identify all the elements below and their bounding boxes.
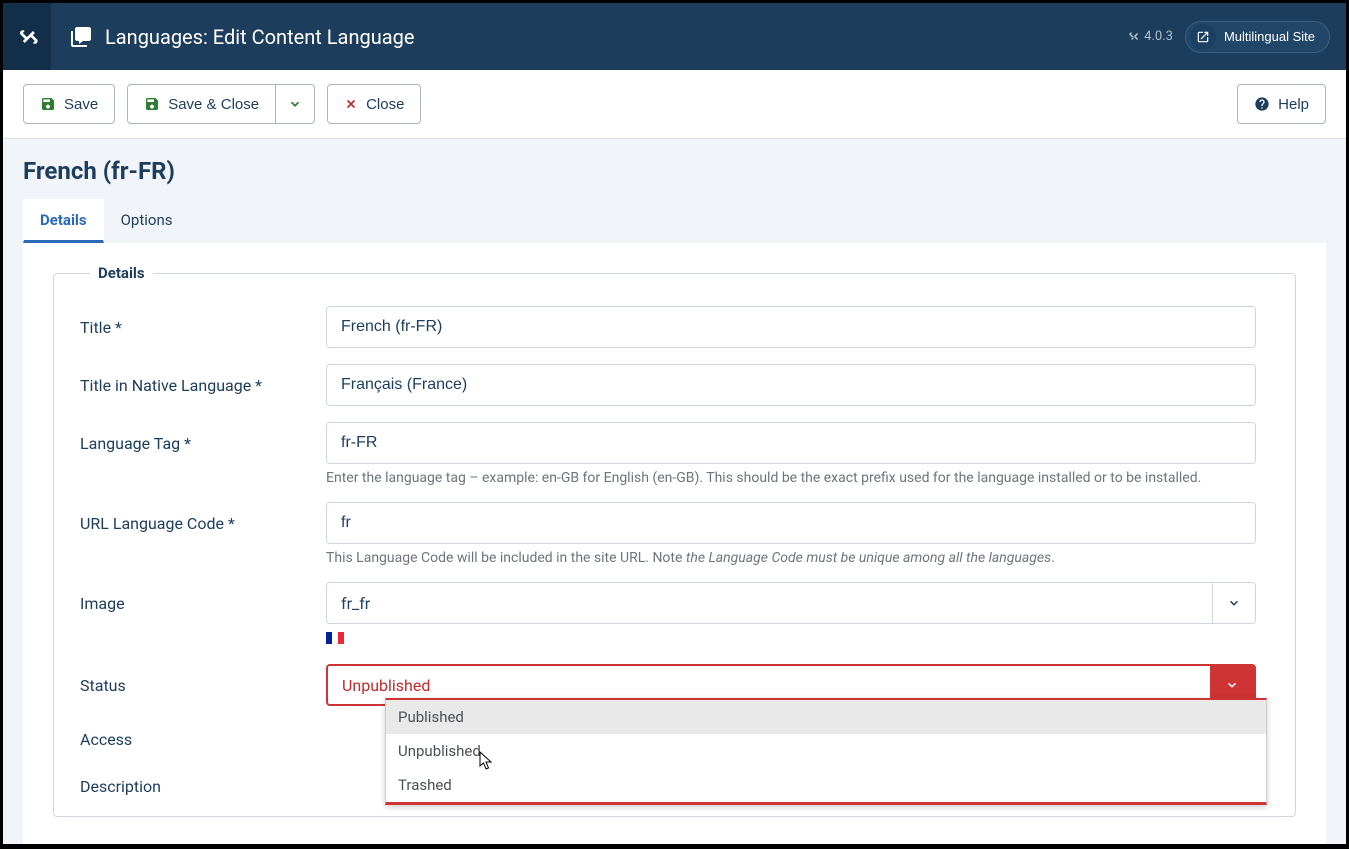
status-option-unpublished[interactable]: Unpublished (386, 734, 1266, 768)
flag-fr-icon (326, 632, 344, 644)
close-icon (344, 97, 358, 111)
joomla-logo[interactable] (3, 3, 51, 70)
joomla-small-icon (1127, 30, 1140, 43)
label-native: Title in Native Language * (80, 364, 326, 406)
row-title: Title * (80, 306, 1269, 348)
status-option-published[interactable]: Published (386, 700, 1266, 734)
content-area: French (fr-FR) Details Options Details T… (3, 139, 1346, 844)
fieldset-legend: Details (90, 264, 153, 282)
close-label: Close (366, 96, 404, 113)
row-native: Title in Native Language * (80, 364, 1269, 406)
page-title: French (fr-FR) (23, 157, 1326, 185)
header-right: 4.0.3 Multilingual Site (1127, 21, 1346, 53)
external-link-icon (1190, 24, 1216, 50)
version-display: 4.0.3 (1127, 29, 1173, 44)
admin-header: Languages: Edit Content Language 4.0.3 M… (3, 3, 1346, 70)
close-button[interactable]: Close (327, 84, 421, 124)
label-title: Title * (80, 306, 326, 348)
save-icon (40, 96, 56, 112)
chevron-down-icon (288, 97, 302, 111)
help-urlcode-plain: This Language Code will be included in t… (326, 550, 686, 566)
label-tag: Language Tag * (80, 422, 326, 486)
input-urlcode[interactable] (326, 502, 1256, 544)
row-image: Image fr_fr (80, 582, 1269, 648)
panel-details: Details Title * Title in Native Language… (23, 243, 1326, 844)
help-urlcode-em: the Language Code must be unique among a… (686, 550, 1051, 566)
save-dropdown-button[interactable] (275, 84, 315, 124)
header-title-text: Languages: Edit Content Language (105, 25, 414, 49)
row-urlcode: URL Language Code * This Language Code w… (80, 502, 1269, 566)
tab-details[interactable]: Details (23, 199, 104, 243)
comments-icon (69, 25, 93, 49)
select-image-value: fr_fr (326, 582, 1212, 624)
status-option-trashed[interactable]: Trashed (386, 768, 1266, 802)
save-icon (144, 96, 160, 112)
label-status: Status (80, 664, 326, 706)
save-close-group: Save & Close (127, 84, 315, 124)
help-urlcode: This Language Code will be included in t… (326, 550, 1256, 566)
joomla-icon (16, 26, 38, 48)
row-tag: Language Tag * Enter the language tag – … (80, 422, 1269, 486)
status-dropdown: Published Unpublished Trashed (385, 698, 1267, 805)
help-button[interactable]: Help (1237, 84, 1326, 124)
toolbar: Save Save & Close Close Help (3, 70, 1346, 139)
version-text: 4.0.3 (1144, 29, 1173, 44)
input-tag[interactable] (326, 422, 1256, 464)
fieldset-details: Details Title * Title in Native Language… (53, 273, 1296, 817)
chevron-down-icon (1225, 678, 1239, 692)
input-title[interactable] (326, 306, 1256, 348)
tabs: Details Options (23, 199, 1326, 243)
label-description: Description (80, 765, 326, 796)
label-image: Image (80, 582, 326, 648)
save-close-button[interactable]: Save & Close (127, 84, 275, 124)
select-image-arrow (1212, 582, 1256, 624)
page-header-title: Languages: Edit Content Language (51, 25, 414, 49)
save-label: Save (64, 96, 98, 113)
chevron-down-icon (1227, 596, 1241, 610)
select-image[interactable]: fr_fr (326, 582, 1256, 624)
save-close-label: Save & Close (168, 96, 259, 113)
tab-options[interactable]: Options (104, 199, 190, 243)
site-name-text: Multilingual Site (1224, 29, 1315, 44)
label-urlcode: URL Language Code * (80, 502, 326, 566)
question-icon (1254, 96, 1270, 112)
input-native[interactable] (326, 364, 1256, 406)
help-label: Help (1278, 96, 1309, 113)
label-access: Access (80, 718, 326, 749)
save-button[interactable]: Save (23, 84, 115, 124)
help-tag: Enter the language tag – example: en-GB … (326, 470, 1256, 486)
site-link-button[interactable]: Multilingual Site (1185, 21, 1330, 53)
